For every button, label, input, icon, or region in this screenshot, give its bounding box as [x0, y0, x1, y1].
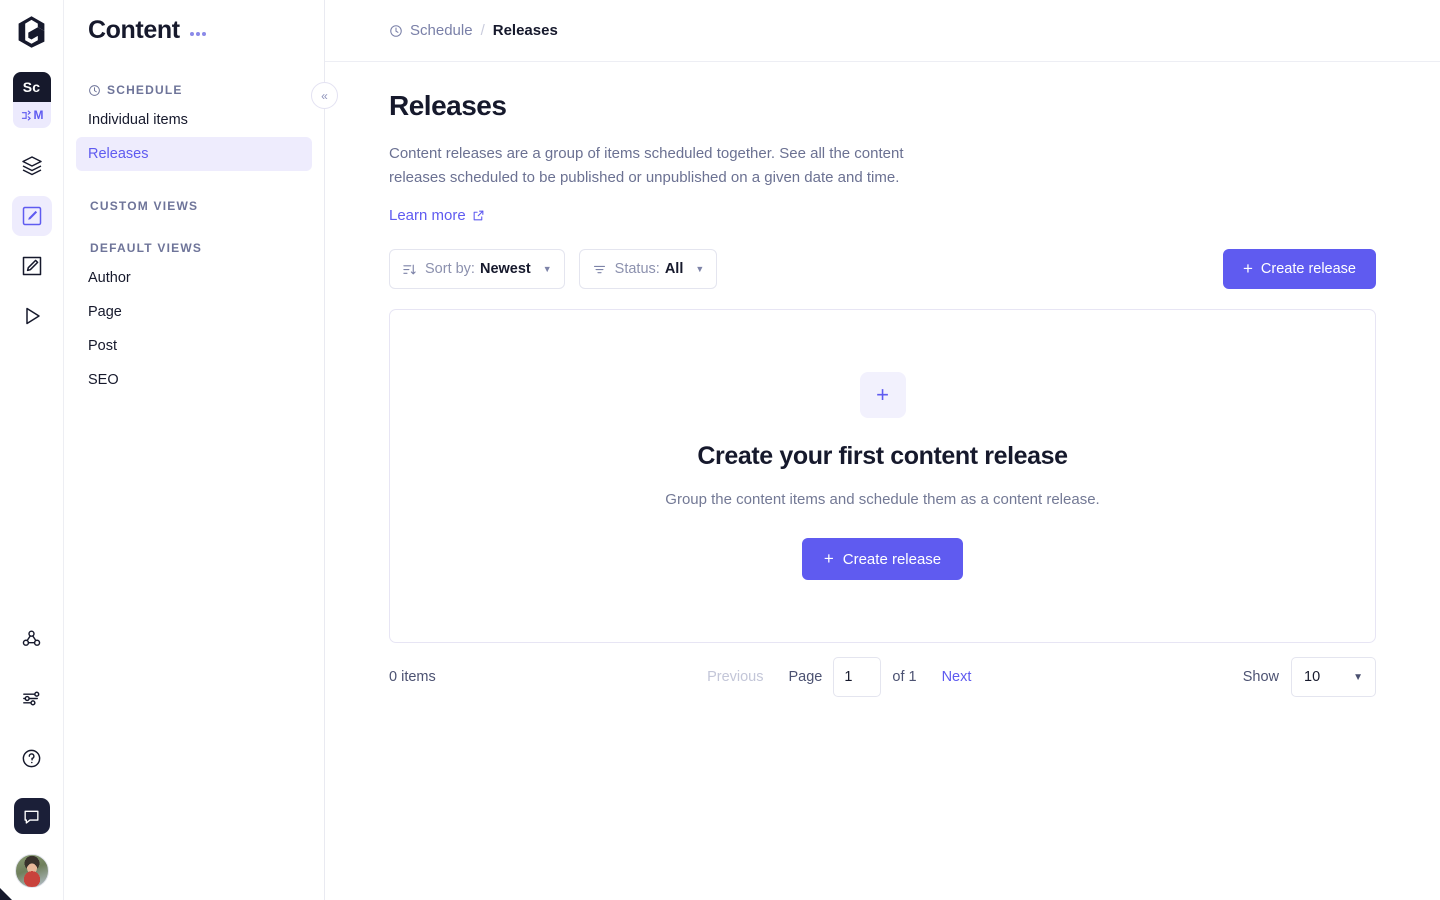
status-value: All [664, 261, 684, 277]
sidebar-section-custom-views-label: CUSTOM VIEWS [90, 199, 199, 213]
breadcrumb-parent-label: Schedule [410, 22, 473, 39]
show-label: Show [1242, 669, 1279, 685]
sidebar-header: Content [88, 16, 300, 45]
chat-icon[interactable] [13, 798, 50, 834]
rail-icon-list [11, 146, 52, 336]
pagination-controls: Previous Page of 1 Next [707, 657, 971, 697]
caret-down-icon: ▼ [1353, 671, 1363, 683]
settings-sliders-icon[interactable] [12, 678, 52, 718]
main-content: Schedule / Releases Releases Content rel… [325, 0, 1440, 900]
create-release-button-empty-state[interactable]: + Create release [801, 538, 964, 580]
sidebar-section-default-views-label: DEFAULT VIEWS [90, 241, 203, 255]
page-size-group: Show 10 ▼ [1243, 657, 1376, 697]
plus-icon: + [1242, 259, 1253, 278]
sidebar-item-page[interactable]: Page [76, 295, 312, 329]
sort-icon [402, 262, 417, 277]
sort-by-dropdown[interactable]: Sort by: Newest ▼ [389, 249, 565, 289]
project-initials: Sc [12, 72, 51, 102]
page-body: Releases Content releases are a group of… [325, 62, 1440, 711]
create-release-button-toolbar[interactable]: + Create release [1222, 249, 1376, 289]
breadcrumb-separator: / [480, 22, 485, 39]
learn-more-link[interactable]: Learn more [389, 207, 485, 224]
sort-by-prefix: Sort by: [425, 261, 475, 277]
api-playground-icon[interactable] [12, 296, 52, 336]
learn-more-label: Learn more [389, 207, 466, 224]
sidebar-item-individual-items[interactable]: Individual items [76, 103, 312, 137]
page-size-select[interactable]: 10 ▼ [1291, 657, 1376, 697]
content-edit-icon[interactable] [11, 196, 52, 236]
pagination-bar: 0 items Previous Page of 1 Next Show 10 … [389, 643, 1376, 711]
sidebar-list-schedule: Individual items Releases [76, 103, 312, 171]
create-release-label: Create release [1260, 261, 1356, 277]
corner-marker [0, 888, 12, 900]
page-label: Page [788, 669, 823, 685]
filter-icon [592, 262, 607, 277]
project-environment-badge[interactable]: Sc M [12, 72, 51, 128]
rail-bottom-icons [0, 618, 63, 888]
sidebar-item-author[interactable]: Author [76, 261, 312, 295]
clock-icon [389, 24, 403, 38]
clock-icon [88, 84, 101, 97]
sidebar-collapse-button[interactable]: « [311, 82, 338, 109]
sidebar-section-schedule-label: SCHEDULE [88, 83, 300, 97]
page-description: Content releases are a group of items sc… [389, 145, 904, 186]
sort-by-value: Newest [479, 261, 531, 277]
page-size-value: 10 [1304, 669, 1321, 685]
list-toolbar: Sort by: Newest ▼ Status: All ▼ + Create… [389, 249, 1376, 289]
sidebar-item-seo[interactable]: SEO [76, 363, 312, 397]
items-count: 0 items [389, 669, 436, 685]
environment-chip: M [12, 102, 51, 128]
page-number-input[interactable] [833, 657, 882, 697]
status-prefix: Status: [614, 261, 660, 277]
environment-label: M [33, 108, 44, 122]
caret-down-icon: ▼ [695, 264, 705, 274]
status-filter-dropdown[interactable]: Status: All ▼ [578, 249, 718, 289]
section-label: SCHEDULE [107, 83, 183, 97]
plus-icon: + [823, 549, 834, 568]
page-total-label: of 1 [892, 669, 917, 685]
breadcrumb: Schedule / Releases [325, 0, 1440, 62]
app-root: Sc M Content SCHEDULE Individual items R… [0, 0, 1440, 900]
create-release-label: Create release [842, 550, 942, 568]
caret-down-icon: ▼ [542, 264, 552, 274]
breadcrumb-current: Releases [492, 22, 558, 39]
assets-icon[interactable] [12, 246, 52, 286]
page-title: Releases [389, 90, 507, 121]
plus-icon: + [859, 372, 906, 418]
empty-state-panel: + Create your first content release Grou… [389, 309, 1376, 643]
sidebar-item-releases[interactable]: Releases [76, 137, 312, 171]
schema-icon[interactable] [12, 146, 52, 186]
breadcrumb-schedule-link[interactable]: Schedule [389, 22, 473, 39]
empty-state-title: Create your first content release [697, 442, 1068, 470]
webhooks-icon[interactable] [12, 618, 52, 658]
help-circle-icon[interactable] [12, 738, 52, 778]
sidebar-title: Content [88, 16, 180, 44]
sidebar-item-post[interactable]: Post [76, 329, 312, 363]
branch-icon [20, 109, 33, 122]
app-logo[interactable] [10, 10, 54, 54]
next-page-button[interactable]: Next [942, 669, 972, 685]
avatar[interactable] [14, 854, 49, 888]
page-number-group: Page of 1 [789, 657, 917, 697]
empty-state-subtitle: Group the content items and schedule the… [665, 491, 1100, 508]
external-link-icon [472, 209, 485, 222]
primary-nav-rail: Sc M [0, 0, 64, 900]
previous-page-button[interactable]: Previous [707, 669, 763, 685]
content-sidebar: Content SCHEDULE Individual items Releas… [64, 0, 338, 900]
chevron-double-left-icon: « [321, 88, 328, 103]
sidebar-list-default-views: Author Page Post SEO [88, 261, 300, 397]
more-options-icon[interactable] [189, 31, 206, 36]
